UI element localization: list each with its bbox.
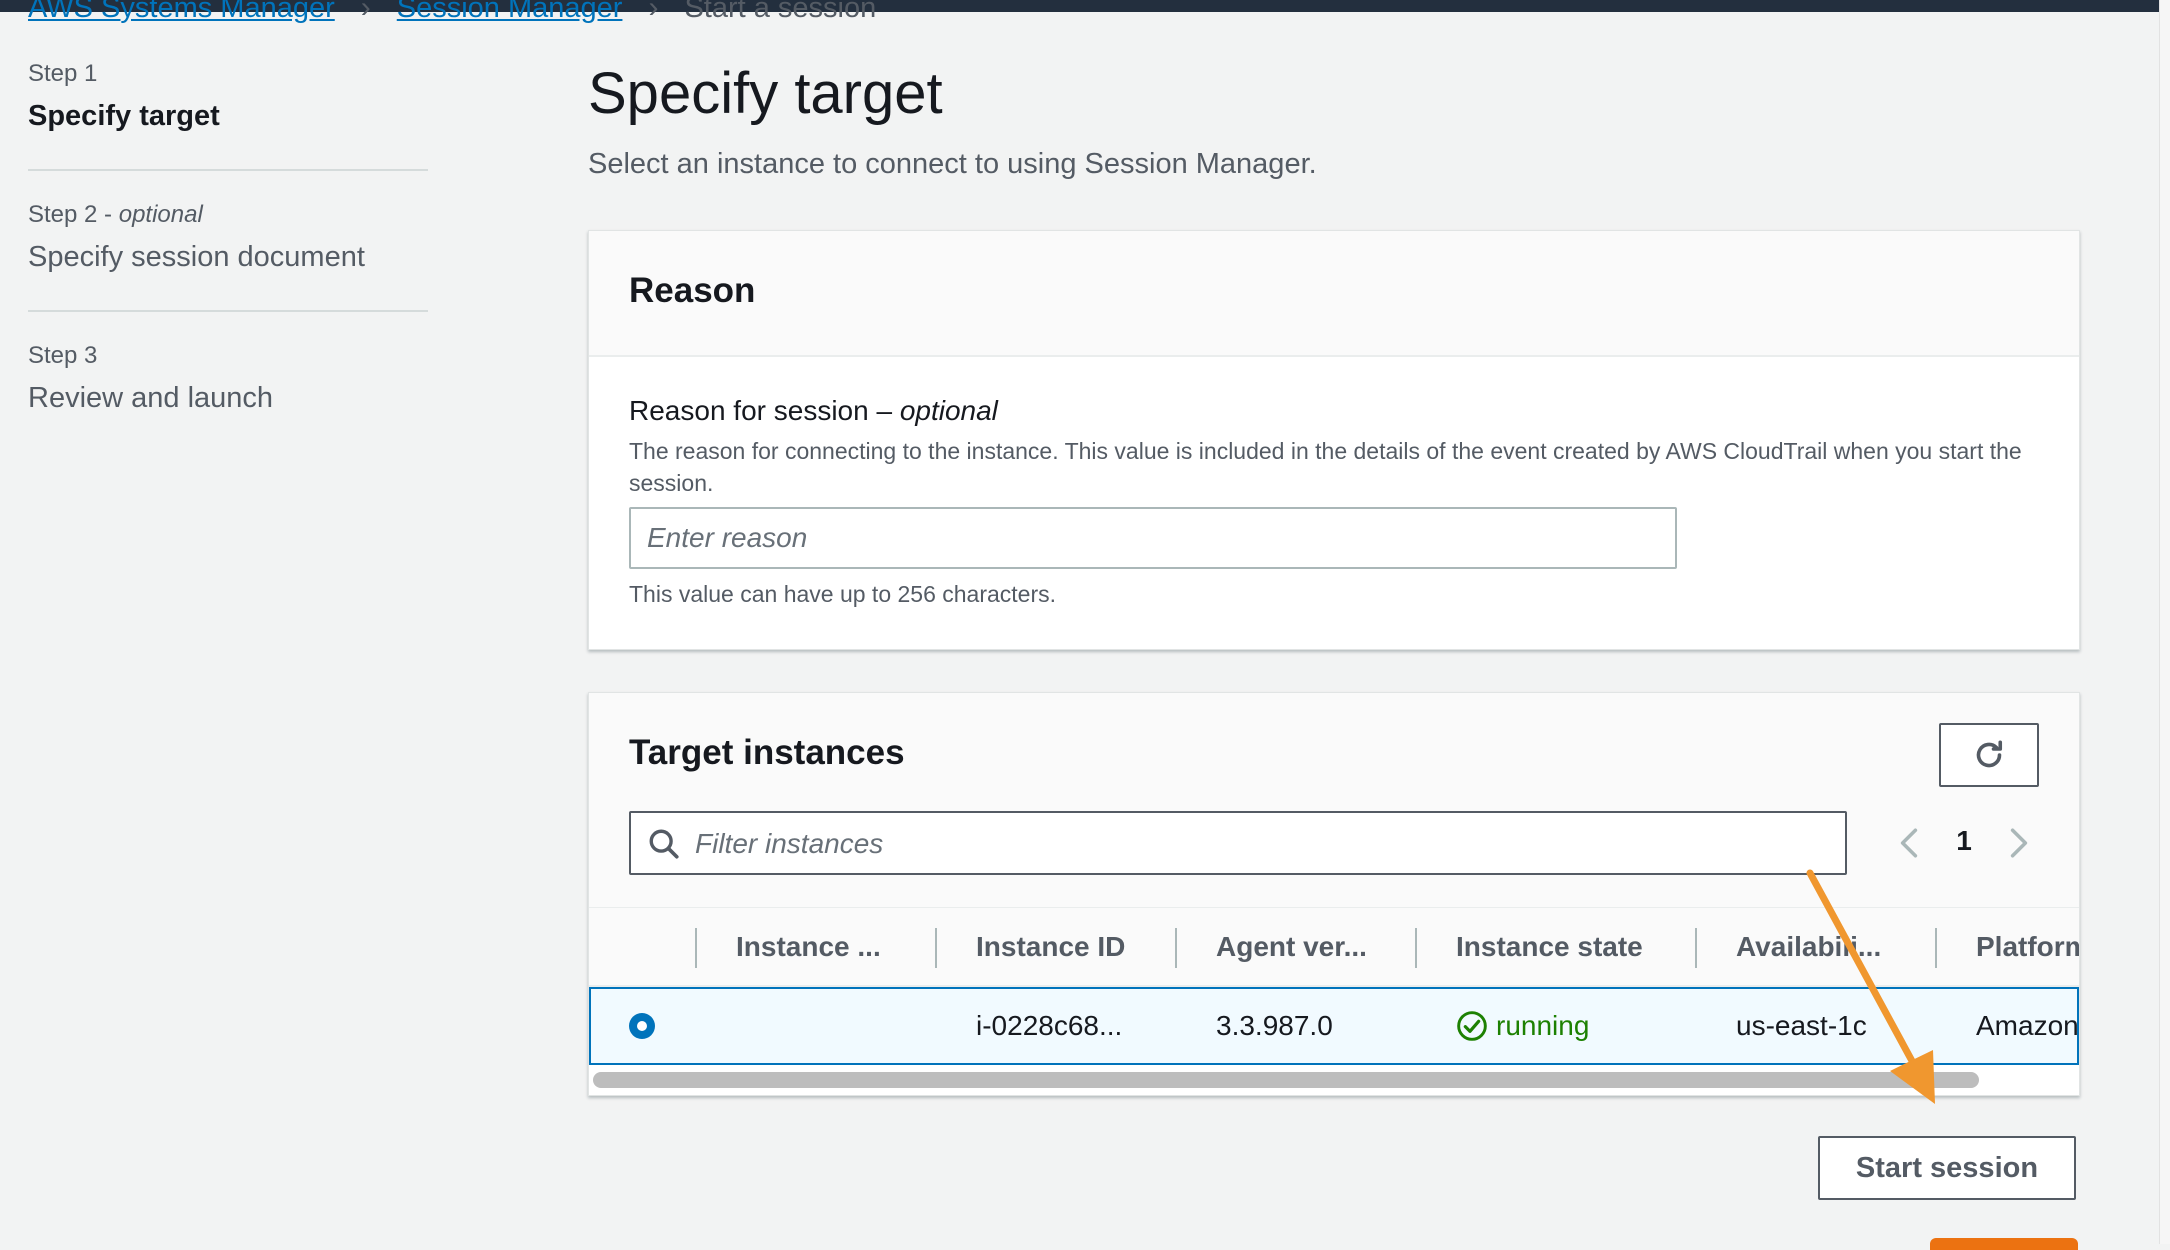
target-instances-header: Target instances 1 <box>589 693 2079 907</box>
wizard-step-1: Step 1 Specify target <box>28 60 428 171</box>
step-title-review-launch[interactable]: Review and launch <box>28 382 428 415</box>
breadcrumb: AWS Systems Manager › Session Manager › … <box>28 0 876 28</box>
reason-label-text: Reason for session – <box>629 395 900 426</box>
reason-panel: Reason Reason for session – optional The… <box>588 230 2080 650</box>
step-optional-label: optional <box>118 201 203 228</box>
instances-table-header: Instance ... Instance ID Agent ver... In… <box>589 907 2079 987</box>
radio-selected-dot <box>637 1021 647 1031</box>
wizard-steps-nav: Step 1 Specify target Step 2 - optional … <box>28 60 428 481</box>
cell-platform: Amazon <box>1976 1010 2079 1041</box>
reason-panel-header: Reason <box>589 231 2079 357</box>
column-header-instance-name[interactable]: Instance ... <box>736 908 896 986</box>
step-number: Step 1 <box>28 60 98 87</box>
step-number-text: Step 2 - <box>28 201 119 228</box>
cell-instance-state: running <box>1456 989 1686 1063</box>
column-divider[interactable] <box>1695 928 1697 968</box>
primary-button-partial[interactable] <box>1930 1238 2078 1250</box>
page-description: Select an instance to connect to using S… <box>588 148 1317 180</box>
page-scrollbar[interactable] <box>2159 0 2170 1244</box>
wizard-step-2: Step 2 - optional Specify session docume… <box>28 201 428 312</box>
breadcrumb-session-manager-link[interactable]: Session Manager <box>397 0 623 25</box>
column-divider[interactable] <box>1415 928 1417 968</box>
refresh-button[interactable] <box>1939 723 2039 787</box>
breadcrumb-current-page: Start a session <box>684 0 877 24</box>
start-session-button[interactable]: Start session <box>1818 1136 2076 1200</box>
chevron-right-icon: › <box>360 0 371 24</box>
column-divider[interactable] <box>1935 928 1937 968</box>
reason-input[interactable] <box>629 507 1677 569</box>
cell-instance-id: i-0228c68... <box>976 1010 1123 1041</box>
reason-panel-title: Reason <box>629 271 756 310</box>
reason-optional-label: optional <box>899 395 998 426</box>
pagination-next-button[interactable] <box>1999 821 2039 865</box>
reason-constraint-text: This value can have up to 256 characters… <box>629 581 1057 607</box>
filter-instances-box <box>629 811 1847 875</box>
step-title-session-document[interactable]: Specify session document <box>28 241 428 274</box>
cell-instance-name <box>736 989 936 1063</box>
table-horizontal-scrollbar[interactable] <box>593 1072 1979 1088</box>
column-divider[interactable] <box>1175 928 1177 968</box>
column-header-platform[interactable]: Platform <box>1976 908 2079 986</box>
status-running-label: running <box>1496 1010 1590 1041</box>
pagination-current-page[interactable]: 1 <box>1944 825 1984 857</box>
step-number: Step 2 - optional <box>28 201 428 229</box>
chevron-right-icon: › <box>648 0 659 24</box>
refresh-icon <box>1976 740 2003 768</box>
column-divider[interactable] <box>935 928 937 968</box>
column-header-availability-zone[interactable]: Availabili... <box>1736 908 1936 986</box>
target-instances-panel: Target instances 1 Instance ... Instance… <box>588 692 2080 1096</box>
target-instances-title: Target instances <box>629 733 905 772</box>
cell-agent-version: 3.3.987.0 <box>1216 1010 1333 1041</box>
wizard-step-3: Step 3 Review and launch <box>28 342 428 451</box>
cell-availability-zone: us-east-1c <box>1736 1010 1867 1041</box>
search-icon <box>649 829 679 859</box>
table-row[interactable]: i-0228c68... 3.3.987.0 running us-east-1… <box>589 987 2079 1065</box>
step-title-specify-target: Specify target <box>28 100 220 132</box>
check-circle-icon <box>1457 1011 1487 1041</box>
column-divider <box>695 928 697 968</box>
column-header-agent-version[interactable]: Agent ver... <box>1216 908 1416 986</box>
chevron-left-icon <box>1900 828 1918 858</box>
row-select-radio[interactable] <box>629 1013 655 1039</box>
reason-field-label: Reason for session – optional <box>629 395 998 427</box>
chevron-right-icon <box>2010 828 2028 858</box>
breadcrumb-systems-manager-link[interactable]: AWS Systems Manager <box>28 0 335 25</box>
column-header-instance-id[interactable]: Instance ID <box>976 908 1176 986</box>
column-header-instance-state[interactable]: Instance state <box>1456 908 1686 986</box>
filter-instances-input[interactable] <box>693 813 1837 875</box>
step-number: Step 3 <box>28 342 98 369</box>
reason-field-description: The reason for connecting to the instanc… <box>629 438 2022 496</box>
page-title: Specify target <box>588 61 943 126</box>
pagination-previous-button[interactable] <box>1889 821 1929 865</box>
